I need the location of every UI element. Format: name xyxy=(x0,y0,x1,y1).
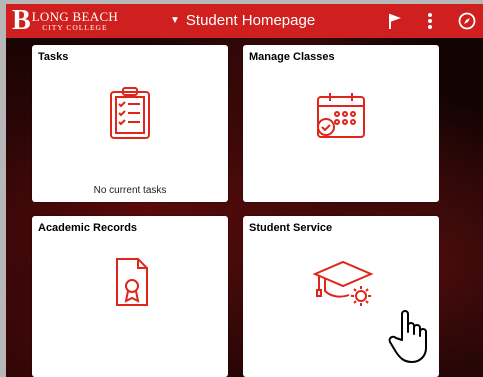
logo-line-2: CITY COLLEGE xyxy=(42,22,108,32)
certificate-document-icon xyxy=(116,258,148,306)
graduation-cap-gear-icon xyxy=(313,260,374,306)
flag-icon xyxy=(389,14,401,29)
logo-mark: B xyxy=(12,5,31,36)
compass-icon xyxy=(458,12,476,30)
navbar-button[interactable] xyxy=(455,9,479,33)
tile-title: Academic Records xyxy=(38,222,138,234)
page-title: Student Homepage xyxy=(185,12,316,29)
tile-title: Manage Classes xyxy=(249,51,335,63)
flag-button[interactable] xyxy=(383,9,407,33)
tile-title: Tasks xyxy=(38,51,69,63)
more-vert-icon xyxy=(428,13,432,29)
top-header-bar: B LONG BEACH CITY COLLEGE ▼ Student Home… xyxy=(6,4,483,38)
tasks-status-text: No current tasks xyxy=(93,185,167,196)
academic-records-tile[interactable]: Academic Records xyxy=(32,216,228,377)
caret-down-icon: ▼ xyxy=(170,15,180,26)
hand-pointer-cursor-icon xyxy=(388,310,427,363)
tasks-tile[interactable]: Tasks No current tasks xyxy=(32,45,228,202)
homepage-selector[interactable]: ▼ Student Homepage xyxy=(170,12,315,30)
tile-title: Student Service xyxy=(249,222,333,234)
calendar-check-icon xyxy=(317,93,365,138)
more-actions-button[interactable] xyxy=(418,9,442,33)
app-frame: B LONG BEACH CITY COLLEGE ▼ Student Home… xyxy=(6,4,483,377)
manage-classes-tile[interactable]: Manage Classes xyxy=(243,45,439,202)
clipboard-checklist-icon xyxy=(110,87,150,139)
logo-line-1: LONG BEACH xyxy=(31,8,119,24)
college-logo[interactable]: B LONG BEACH CITY COLLEGE xyxy=(12,5,119,36)
